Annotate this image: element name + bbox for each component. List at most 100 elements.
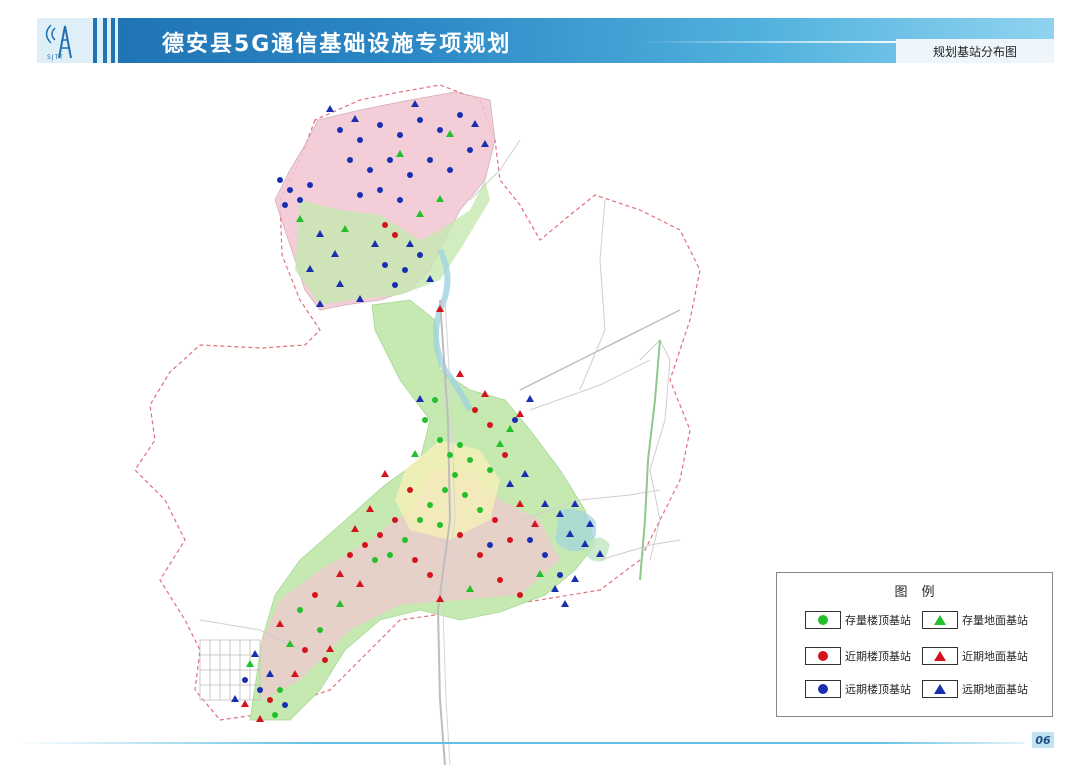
legend-swatch [805,647,841,665]
green-circle-icon [818,615,828,625]
station-marker [381,470,389,477]
legend-item-near-term-ground: 近期地面基站 [922,647,1028,665]
station-marker [277,687,283,693]
legend-label: 远期地面基站 [962,683,1028,696]
station-marker [477,552,483,558]
station-marker [412,557,418,563]
station-marker [456,370,464,377]
station-marker [392,232,398,238]
station-marker [427,157,433,163]
station-marker [516,410,524,417]
legend-item-existing-rooftop: 存量楼顶基站 [805,611,911,629]
station-marker [251,650,259,657]
legend-item-long-term-ground: 远期地面基站 [922,680,1028,698]
station-marker [417,117,423,123]
station-marker [462,492,468,498]
station-marker [397,132,403,138]
station-marker [326,105,334,112]
station-marker [387,157,393,163]
road [579,199,606,391]
station-marker [272,712,278,718]
station-marker [457,442,463,448]
station-marker [246,660,254,667]
station-marker [487,542,493,548]
station-marker [502,452,508,458]
road [529,359,651,411]
blue-circle-icon [818,684,828,694]
station-marker [282,702,288,708]
station-marker [372,557,378,563]
station-marker [302,647,308,653]
station-marker [402,537,408,543]
red-triangle-icon [934,651,946,661]
station-marker [457,532,463,538]
station-marker [422,417,428,423]
station-marker [231,695,239,702]
station-marker [277,177,283,183]
station-marker [407,172,413,178]
blue-triangle-icon [934,684,946,694]
station-marker [492,517,498,523]
green-triangle-icon [934,615,946,625]
station-marker [442,487,448,493]
legend-title: 图例 [894,585,949,600]
station-marker [377,122,383,128]
legend-item-long-term-rooftop: 远期楼顶基站 [805,680,911,698]
station-marker [427,572,433,578]
station-marker [427,502,433,508]
footer-line [15,742,1025,744]
station-marker [432,397,438,403]
station-marker [402,267,408,273]
station-marker [526,395,534,402]
station-marker [512,417,518,423]
station-marker [387,552,393,558]
station-marker [317,627,323,633]
station-marker [487,422,493,428]
station-marker [561,600,569,607]
station-marker [472,407,478,413]
legend-label: 近期楼顶基站 [845,650,911,663]
station-marker [307,182,313,188]
legend-swatch [805,611,841,629]
station-marker [297,197,303,203]
station-marker [452,472,458,478]
station-marker [392,517,398,523]
station-marker [467,457,473,463]
station-marker [557,572,563,578]
station-marker [242,677,248,683]
station-marker [347,552,353,558]
legend-swatch [922,680,958,698]
station-marker [367,167,373,173]
station-marker [397,197,403,203]
station-marker [467,147,473,153]
legend-swatch [922,611,958,629]
station-marker [267,697,273,703]
station-marker [447,452,453,458]
station-marker [377,187,383,193]
station-marker [411,450,419,457]
page-number: 06 [1032,732,1054,748]
station-marker [417,252,423,258]
road [599,539,681,561]
map-legend: 图例 存量楼顶基站 存量地面基站 近期楼顶基站 近期地面基站 远期楼顶基站 远期… [776,572,1053,717]
legend-swatch [805,680,841,698]
station-marker [357,137,363,143]
legend-label: 存量楼顶基站 [845,614,911,627]
legend-label: 存量地面基站 [962,614,1028,627]
station-marker [392,282,398,288]
station-marker [437,437,443,443]
station-marker [382,262,388,268]
legend-label: 远期楼顶基站 [845,683,911,696]
station-marker [377,532,383,538]
station-marker [437,522,443,528]
station-marker [571,575,579,582]
station-marker [362,542,368,548]
station-marker [287,187,293,193]
south-west-grid [199,639,261,701]
station-marker [382,222,388,228]
station-marker [407,487,413,493]
station-marker [347,157,353,163]
station-marker [241,700,249,707]
station-marker [507,537,513,543]
station-marker [417,517,423,523]
